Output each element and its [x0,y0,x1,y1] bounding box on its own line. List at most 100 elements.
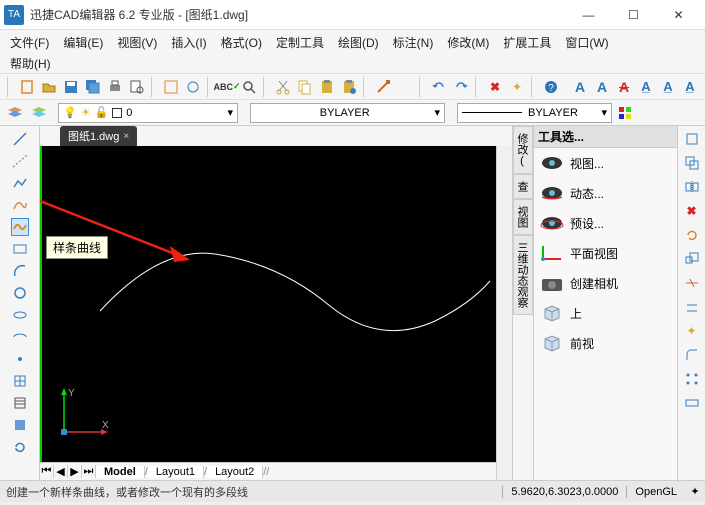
explode-icon[interactable]: ✦ [507,77,527,97]
linetype-combo[interactable]: BYLAYER▾ [250,103,445,123]
menu-item[interactable]: 标注(N) [387,32,440,53]
tool-b-icon[interactable] [183,77,203,97]
draw-toolbar [0,126,40,480]
save-all-icon[interactable] [83,77,103,97]
ellipse-tool[interactable] [11,306,29,324]
vertical-tab[interactable]: 视图 [513,199,533,235]
move-icon[interactable] [683,130,701,148]
block-tool[interactable] [11,372,29,390]
text-a4-icon[interactable]: A̲ [636,77,656,97]
document-tab[interactable]: 图纸1.dwg × [60,126,137,146]
menu-item[interactable]: 文件(F) [4,32,55,53]
menu-item[interactable]: 修改(M) [441,32,495,53]
print-preview-icon[interactable] [127,77,147,97]
text-a5-icon[interactable]: A̲ [658,77,678,97]
explode-obj-icon[interactable]: ✦ [683,322,701,340]
spellcheck-icon[interactable]: ABC✓ [217,77,237,97]
layer-combo[interactable]: 💡 ☀ 🔓 0 ▾ [58,103,238,123]
match-icon[interactable] [373,77,393,97]
close-button[interactable]: ✕ [656,1,701,29]
open-file-icon[interactable] [39,77,59,97]
text-a1-icon[interactable]: A [570,77,590,97]
nav-first-icon[interactable]: ⏮ [40,465,54,478]
menu-item[interactable]: 窗口(W) [559,32,614,53]
print-icon[interactable] [105,77,125,97]
brush-icon[interactable] [395,77,415,97]
tool-palette-item[interactable]: 平面视图 [534,238,677,268]
layout-tab[interactable]: Layout1 [148,466,204,478]
construction-line-tool[interactable] [11,152,29,170]
tool-palette-item[interactable]: 视图... [534,148,677,178]
offset-icon[interactable] [683,298,701,316]
paste-icon[interactable] [317,77,337,97]
menu-item[interactable]: 绘图(D) [332,32,385,53]
fillet-icon[interactable] [683,346,701,364]
copy-obj-icon[interactable] [683,154,701,172]
tool-a-icon[interactable] [161,77,181,97]
menu-item[interactable]: 帮助(H) [4,53,57,74]
tool-palette-item[interactable]: 预设... [534,208,677,238]
menu-item[interactable]: 扩展工具 [497,32,557,53]
minimize-button[interactable]: — [566,1,611,29]
lineweight-combo[interactable]: BYLAYER ▾ [457,103,612,123]
layout-tab[interactable]: Model [96,466,145,478]
trim-icon[interactable] [683,274,701,292]
text-strike-icon[interactable]: A [614,77,634,97]
nav-prev-icon[interactable]: ◀ [54,465,68,478]
layout-tab[interactable]: Layout2 [207,466,263,478]
line-tool[interactable] [11,130,29,148]
refresh-tool[interactable] [11,438,29,456]
tool-palette-item[interactable]: 创建相机 [534,268,677,298]
tool-palette-item[interactable]: 动态... [534,178,677,208]
redo-icon[interactable] [451,77,471,97]
paste-special-icon[interactable] [339,77,359,97]
new-file-icon[interactable] [17,77,37,97]
copy-icon[interactable] [295,77,315,97]
undo-icon[interactable] [429,77,449,97]
curve-tool[interactable] [11,196,29,214]
circle-tool[interactable] [11,284,29,302]
drawing-canvas[interactable]: Y X 样条曲线 [40,146,496,462]
nav-last-icon[interactable]: ⏭ [82,465,96,478]
polyline-tool[interactable] [11,174,29,192]
mirror-icon[interactable] [683,178,701,196]
help-icon[interactable]: ? [541,77,561,97]
find-icon[interactable] [239,77,259,97]
point-tool[interactable] [11,350,29,368]
menu-item[interactable]: 视图(V) [111,32,163,53]
text-a6-icon[interactable]: A̲ [680,77,700,97]
properties-toolbar: 💡 ☀ 🔓 0 ▾ BYLAYER▾ BYLAYER ▾ [0,100,705,126]
tool-palette-item-label: 动态... [570,185,604,202]
arc-tool[interactable] [11,262,29,280]
menu-item[interactable]: 格式(O) [215,32,268,53]
menu-item[interactable]: 编辑(E) [57,32,109,53]
ellipse-arc-tool[interactable] [11,328,29,346]
vertical-tab[interactable]: 三维动态观察 [513,235,533,315]
vertical-tab[interactable]: 查 [513,174,533,199]
spline-tool[interactable] [11,218,29,236]
scale-icon[interactable] [683,250,701,268]
array-icon[interactable] [683,370,701,388]
vertical-tab[interactable]: 修改( [513,126,533,174]
layer-states-icon[interactable] [29,103,49,123]
delete-obj-icon[interactable]: ✖ [683,202,701,220]
delete-icon[interactable]: ✖ [485,77,505,97]
tab-close-icon[interactable]: × [123,131,129,142]
hatch-tool[interactable] [11,394,29,412]
rectangle-tool[interactable] [11,240,29,258]
cut-icon[interactable] [273,77,293,97]
rotate-icon[interactable] [683,226,701,244]
text-a2-icon[interactable]: A [592,77,612,97]
maximize-button[interactable]: ☐ [611,1,656,29]
nav-next-icon[interactable]: ▶ [68,465,82,478]
tool-palette-item[interactable]: 上 [534,298,677,328]
tool-palette-item[interactable]: 前视 [534,328,677,358]
stretch-icon[interactable] [683,394,701,412]
layer-manager-icon[interactable] [5,103,25,123]
menu-item[interactable]: 插入(I) [165,32,212,53]
save-icon[interactable] [61,77,81,97]
vertical-scrollbar[interactable] [496,146,512,480]
region-tool[interactable] [11,416,29,434]
menu-item[interactable]: 定制工具 [270,32,330,53]
bylayer-color-icon[interactable] [615,103,635,123]
